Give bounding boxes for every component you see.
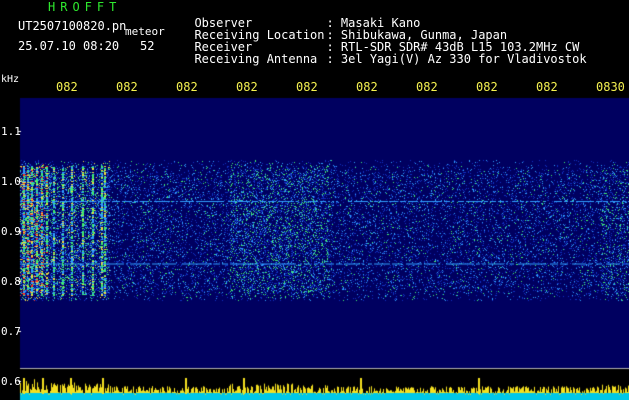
x-tick-label: 082 xyxy=(536,80,558,94)
y-axis-unit: kHz xyxy=(1,74,20,85)
app-title: HROFFT xyxy=(48,0,122,14)
y-tick-label: 1.0 xyxy=(1,175,21,188)
file-name: UT2507100820.pn xyxy=(18,19,127,33)
x-tick-label: 082 xyxy=(356,80,378,94)
x-tick-label: 0830 xyxy=(596,80,625,94)
x-tick-label: 082 xyxy=(476,80,498,94)
x-tick-label: 082 xyxy=(116,80,138,94)
y-tick-label: 0.7 xyxy=(1,325,21,338)
info-value: 3el Yagi(V) Az 330 for Vladivostok xyxy=(340,52,587,66)
date-time: 25.07.10 08:20 xyxy=(18,39,120,53)
y-tick-label: 0.6 xyxy=(1,375,21,388)
mode-label: meteor xyxy=(125,25,165,38)
x-tick-label: 082 xyxy=(236,80,258,94)
info-row-antenna: Receiving Antenna: 3el Yagi(V) Az 330 fo… xyxy=(180,41,587,66)
y-tick-label: 1.1 xyxy=(1,125,21,138)
y-tick-label: 0.8 xyxy=(1,275,21,288)
x-tick-label: 082 xyxy=(176,80,198,94)
y-tick-label: 0.9 xyxy=(1,225,21,238)
meteor-count: 52 xyxy=(140,39,155,53)
x-tick-label: 082 xyxy=(416,80,438,94)
info-key: Receiving Antenna xyxy=(194,52,318,66)
info-separator: : xyxy=(326,52,334,66)
x-tick-label: 082 xyxy=(296,80,318,94)
x-tick-label: 082 xyxy=(56,80,78,94)
